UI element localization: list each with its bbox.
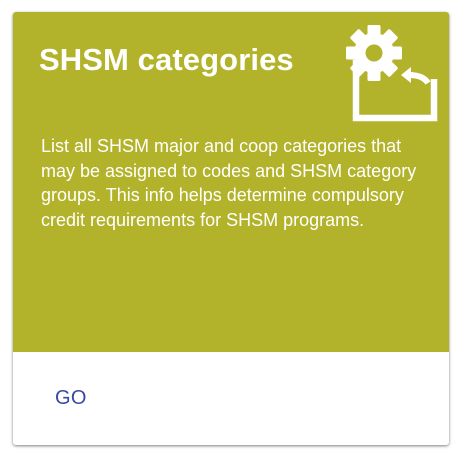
go-button[interactable]: GO <box>43 378 99 418</box>
card-description: List all SHSM major and coop categories … <box>41 136 417 230</box>
shsm-categories-card: SHSM categories List all SHSM major and … <box>13 12 449 445</box>
settings-applications-icon <box>346 25 438 122</box>
card-actions: GO <box>13 352 449 445</box>
card-title: SHSM categories <box>39 42 294 77</box>
card-header: SHSM categories List all SHSM major and … <box>13 12 449 352</box>
